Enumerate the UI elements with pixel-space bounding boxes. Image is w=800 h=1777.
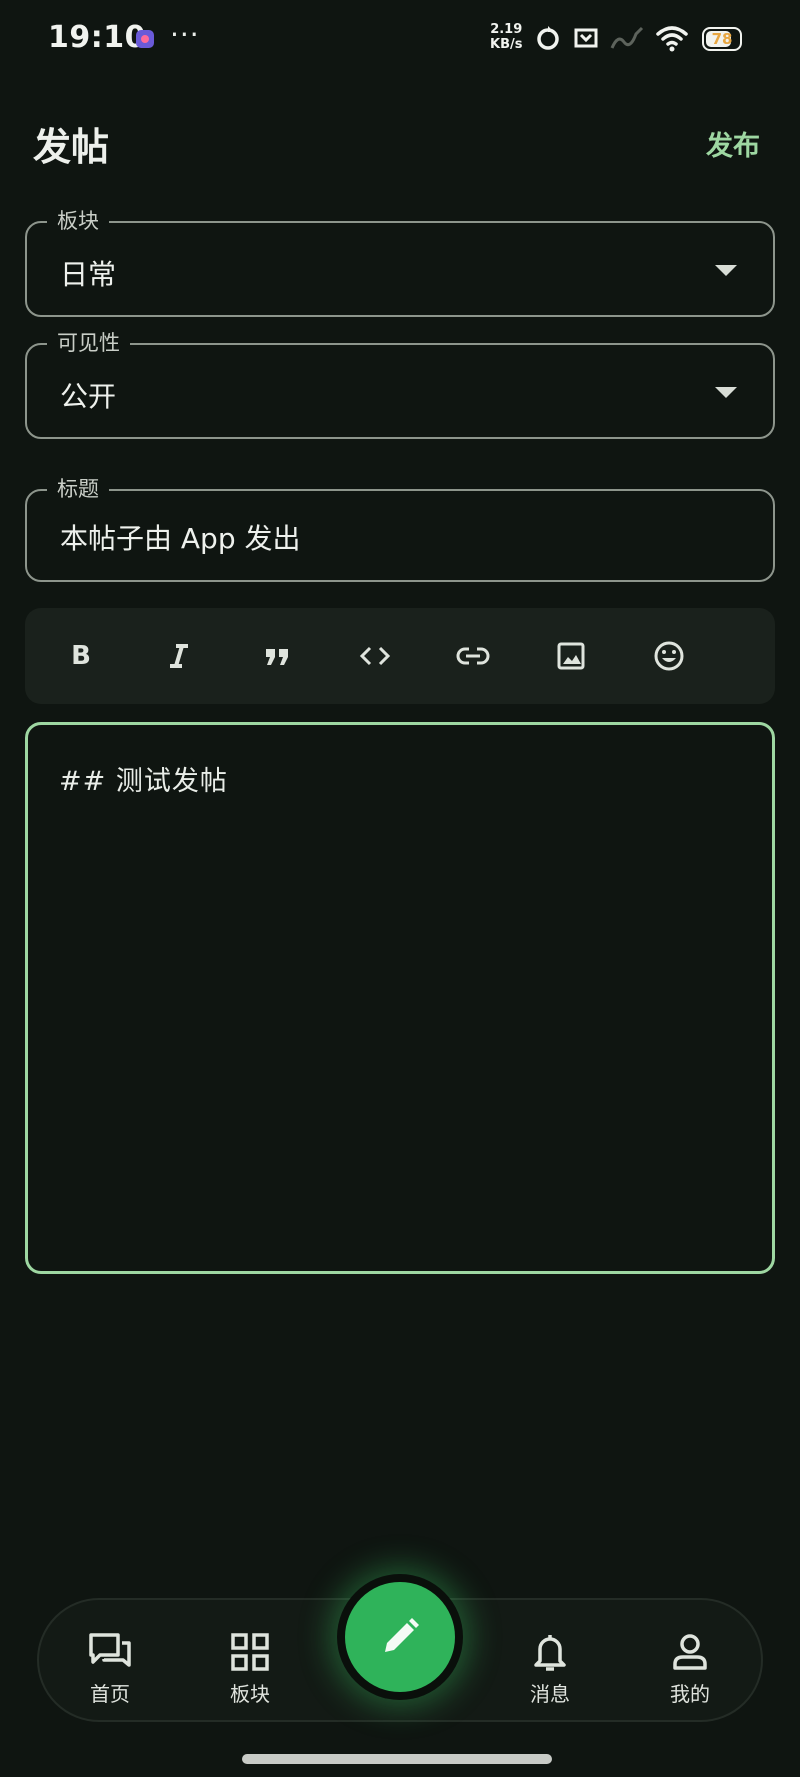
title-value[interactable]: 本帖子由 App 发出 [60,517,301,557]
title-label: 标题 [47,476,109,502]
post-content-editor[interactable]: ## 测试发帖 [25,722,775,1274]
code-glyph [359,646,391,666]
image-glyph [557,642,585,670]
formatting-toolbar: B [25,608,775,704]
nav-item-home[interactable]: 首页 [65,1630,155,1707]
battery-icon: 78 [702,27,742,51]
quote-icon[interactable] [257,636,297,676]
vpn-app-icon [574,28,598,48]
app-notification-icon [136,30,154,48]
emoji-icon[interactable] [649,636,689,676]
home-indicator[interactable] [242,1754,552,1764]
more-notifications-icon: ··· [170,18,200,51]
bold-glyph: B [71,641,91,671]
person-icon [673,1634,707,1670]
board-label: 板块 [47,208,109,234]
image-icon[interactable] [551,636,591,676]
nav-label-messages: 消息 [530,1682,570,1706]
code-icon[interactable] [355,636,395,676]
battery-level: 78 [711,30,733,48]
status-time: 19:10 [48,20,146,55]
visibility-label: 可见性 [47,330,130,356]
publish-button[interactable]: 发布 [706,124,760,163]
editor-content[interactable]: ## 测试发帖 [59,759,228,798]
link-glyph [456,647,490,665]
board-select[interactable]: 板块 日常 [25,208,775,317]
status-bar: 19:10 ··· 2.19 KB/s 78 [0,0,800,80]
nav-label-profile: 我的 [670,1682,710,1706]
dropdown-arrow-icon [715,265,737,276]
quote-glyph [266,649,288,665]
emoji-glyph [654,641,684,671]
network-speed: 2.19 KB/s [490,22,522,52]
new-post-fab[interactable] [345,1582,455,1692]
nav-item-messages[interactable]: 消息 [505,1630,595,1707]
nav-item-boards[interactable]: 板块 [205,1630,295,1707]
bold-icon[interactable]: B [61,636,101,676]
grid-icon [231,1633,269,1671]
data-saver-icon [537,26,559,50]
nav-label-boards: 板块 [230,1682,270,1706]
signal-icon [610,26,644,49]
wifi-icon [656,26,688,52]
network-speed-unit: KB/s [490,37,523,52]
dropdown-arrow-icon [715,387,737,398]
title-input[interactable]: 标题 本帖子由 App 发出 [25,476,775,582]
link-icon[interactable] [453,636,493,676]
visibility-select[interactable]: 可见性 公开 [25,330,775,439]
page-title: 发帖 [33,125,110,169]
visibility-value: 公开 [60,380,117,413]
nav-item-profile[interactable]: 我的 [645,1630,735,1707]
board-value: 日常 [60,258,117,291]
italic-glyph [170,644,188,668]
nav-label-home: 首页 [90,1682,130,1706]
bell-icon [534,1635,566,1671]
chat-bubbles-icon [89,1633,131,1667]
italic-icon[interactable] [159,636,199,676]
pencil-icon [385,1618,419,1652]
network-speed-value: 2.19 [490,22,523,37]
